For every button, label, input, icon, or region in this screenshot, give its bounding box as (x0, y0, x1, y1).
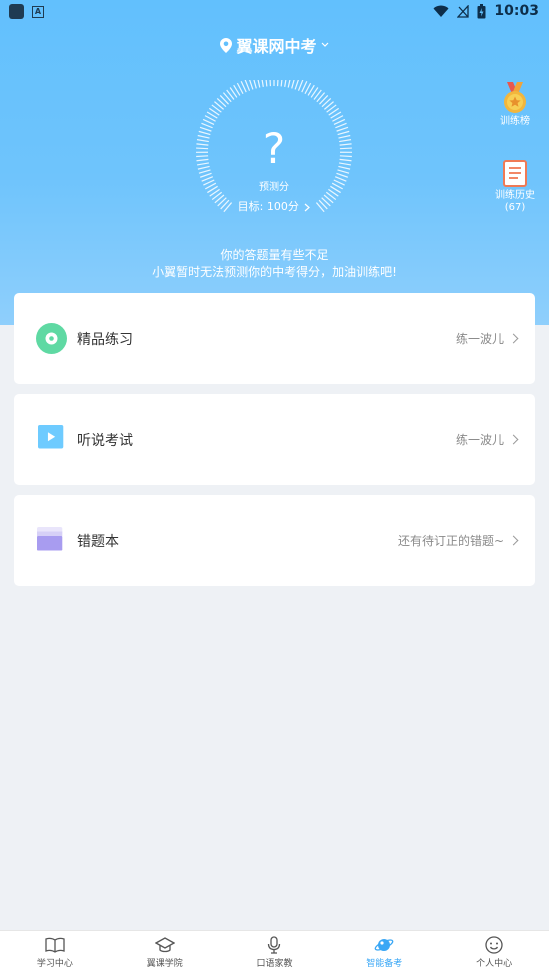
training-rank-button[interactable]: 训练榜 (485, 82, 545, 128)
score-gauge: ? 预测分 目标: 100分 (190, 80, 358, 230)
wifi-icon (433, 5, 449, 17)
nav-label: 个人中心 (476, 959, 513, 969)
predicted-score-label: 预测分 (259, 182, 289, 193)
gauge-tick (265, 80, 268, 87)
target-score-text: 目标: 100分 (237, 200, 299, 213)
medal-icon (504, 82, 526, 113)
gauge-tick (244, 80, 251, 91)
gauge-tick (257, 80, 261, 88)
gauge-tick (284, 80, 287, 87)
clock: 10:03 (494, 3, 539, 19)
gauge-tick (297, 80, 304, 91)
gauge-tick (253, 80, 257, 89)
gauge-tick (200, 172, 212, 178)
gauge-tick (261, 80, 264, 87)
microphone-icon (268, 936, 281, 954)
nav-personal-center[interactable]: 个人中心 (439, 931, 549, 976)
training-history-button[interactable]: 训练历史 (67) (485, 160, 545, 214)
gauge-tick (291, 80, 295, 89)
battery-icon (477, 3, 486, 18)
no-signal-icon (457, 4, 470, 18)
gauge-tick (276, 80, 279, 87)
location-pin-icon (220, 37, 233, 53)
card-title: 精品练习 (77, 332, 133, 348)
chevron-down-icon (321, 42, 328, 47)
region-selector[interactable]: 翼课网中考 (0, 33, 549, 57)
gauge-tick (287, 80, 291, 88)
nav-smart-exam-prep[interactable]: 智能备考 (329, 931, 439, 976)
nav-label: 翼课学院 (146, 959, 183, 969)
gauge-tick (280, 80, 283, 87)
hint-line-2: 小翼暂时无法预测你的中考得分，加油训练吧! (152, 265, 397, 279)
card-action[interactable]: 练一波儿 (455, 330, 519, 347)
chevron-right-icon (508, 434, 519, 445)
training-rank-label: 训练榜 (500, 116, 530, 127)
nav-yike-academy[interactable]: 翼课学院 (110, 931, 220, 976)
gauge-tick (269, 80, 272, 87)
card-action-label: 还有待订正的错题~ (397, 534, 504, 548)
nav-label: 学习中心 (36, 959, 73, 969)
premium-practice-card[interactable]: 精品练习 练一波儿 (14, 293, 535, 384)
card-action-label: 练一波儿 (455, 332, 504, 346)
a-notification-icon: A (32, 5, 44, 18)
nav-label: 智能备考 (366, 959, 403, 969)
chevron-right-icon (304, 203, 311, 211)
gauge-tick (294, 80, 299, 90)
card-title: 听说考试 (77, 433, 133, 449)
predicted-score-value: ? (262, 124, 286, 173)
book-icon (503, 160, 527, 187)
mistake-book-card[interactable]: 错题本 还有待订正的错题~ (14, 495, 535, 586)
planet-icon (374, 939, 394, 951)
target-score-link[interactable]: 目标: 100分 (190, 198, 358, 214)
listening-speaking-exam-card[interactable]: 听说考试 练一波儿 (14, 394, 535, 485)
nav-oral-tutor[interactable]: 口语家教 (220, 931, 330, 976)
card-action[interactable]: 练一波儿 (455, 431, 519, 448)
card-action[interactable]: 还有待订正的错题~ (397, 532, 519, 549)
disc-icon (36, 323, 67, 354)
gauge-tick (336, 172, 348, 178)
smiley-face-icon (485, 936, 503, 954)
play-icon (38, 425, 64, 449)
chevron-right-icon (508, 535, 519, 546)
app-notification-icon (9, 4, 24, 19)
card-action-label: 练一波儿 (455, 433, 504, 447)
chevron-right-icon (508, 333, 519, 344)
bottom-navigation: 学习中心 翼课学院 口语家教 智能备考 个人中心 (0, 930, 549, 976)
status-bar: A 10:03 (0, 0, 549, 26)
training-history-label: 训练历史 (495, 190, 535, 201)
page-title: 翼课网中考 (236, 37, 317, 56)
graduation-cap-icon (154, 937, 175, 953)
card-title: 错题本 (77, 534, 119, 550)
open-book-icon (45, 937, 65, 953)
nav-label: 口语家教 (256, 959, 293, 969)
gauge-tick (249, 80, 254, 90)
hint-line-1: 你的答题量有些不足 (220, 248, 329, 262)
nav-learning-center[interactable]: 学习中心 (0, 931, 110, 976)
notebook-icon (37, 527, 63, 551)
training-history-count: (67) (504, 202, 526, 213)
